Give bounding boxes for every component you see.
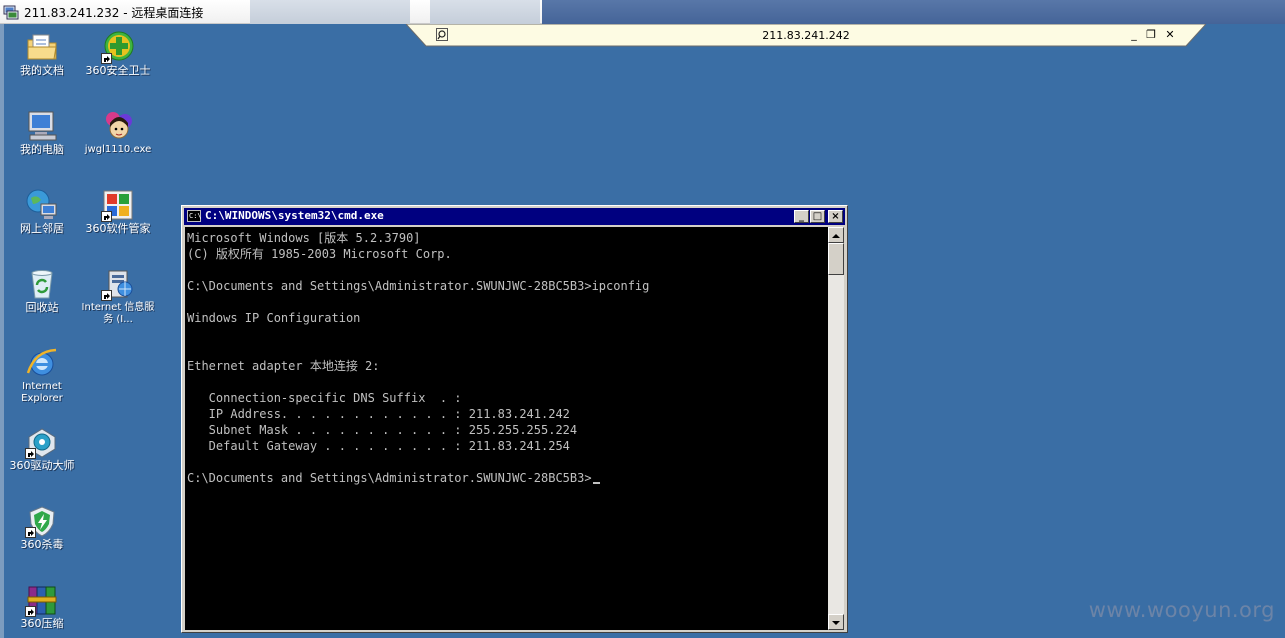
background-window-strip xyxy=(250,0,410,24)
text-cursor xyxy=(592,482,600,484)
rdp-window-title: 211.83.241.232 - 远程桌面连接 xyxy=(24,6,204,20)
desktop-icon-label: 360压缩 xyxy=(20,617,64,630)
background-window-strip xyxy=(430,0,540,24)
scroll-thumb[interactable] xyxy=(828,243,844,275)
console-prompt-line[interactable]: C:\Documents and Settings\Administrator.… xyxy=(187,470,828,486)
cmd-window-title: C:\WINDOWS\system32\cmd.exe xyxy=(205,209,384,222)
cmd-minimize-button[interactable]: _ xyxy=(794,210,809,223)
desktop-icon-label: 我的电脑 xyxy=(20,143,64,156)
console-prompt: C:\Documents and Settings\Administrator.… xyxy=(187,471,592,485)
remote-desktop-icon xyxy=(3,5,19,20)
my-documents-folder-icon xyxy=(27,34,57,60)
console-line: Windows IP Configuration xyxy=(187,311,361,325)
console-line: Default Gateway . . . . . . . . . : 211.… xyxy=(187,439,570,453)
cmd-close-button[interactable]: × xyxy=(828,210,843,223)
desktop-icon-360-antivirus[interactable]: 360杀毒 xyxy=(4,504,80,551)
desktop-icon-360-safe-guard[interactable]: 360安全卫士 xyxy=(80,30,156,77)
desktop-icon-network[interactable]: 网上邻居 xyxy=(4,188,80,235)
my-computer-icon xyxy=(28,111,57,141)
desktop-icon-360-zip[interactable]: 360压缩 xyxy=(4,583,80,630)
desktop-icon-label: 我的文档 xyxy=(20,64,64,77)
desktop-icon-360-software-manager[interactable]: 360软件管家 xyxy=(80,188,156,235)
cmd-window-icon: C:\ xyxy=(187,210,202,222)
rdp-connection-bar[interactable]: 211.83.241.242 _ ❐ ✕ xyxy=(406,24,1206,48)
console-line: Microsoft Windows [版本 5.2.3790] xyxy=(187,231,421,245)
desktop-icon-jwgl-exe[interactable]: jwgl1110.exe xyxy=(80,109,156,156)
cmd-vertical-scrollbar[interactable] xyxy=(828,227,844,630)
desktop-icon-internet-explorer[interactable]: Internet Explorer xyxy=(4,346,80,405)
desktop-icon-recycle-bin[interactable]: 回收站 xyxy=(4,267,80,314)
console-line: (C) 版权所有 1985-2003 Microsoft Corp. xyxy=(187,247,452,261)
desktop-icon-my-computer[interactable]: 我的电脑 xyxy=(4,109,80,156)
desktop-icon-label: 回收站 xyxy=(25,301,59,314)
desktop-icon-label: jwgl1110.exe xyxy=(84,144,152,155)
rdp-window-titlebar[interactable]: 211.83.241.232 - 远程桌面连接 xyxy=(0,0,1285,24)
console-line: Connection-specific DNS Suffix . : xyxy=(187,391,462,405)
shortcut-arrow-icon xyxy=(101,211,112,222)
shortcut-arrow-icon xyxy=(25,448,36,459)
desktop-icon-iis-manager[interactable]: Internet 信息服务 (I... xyxy=(80,267,156,326)
scroll-down-arrow-icon xyxy=(832,621,840,625)
console-line: IP Address. . . . . . . . . . . . : 211.… xyxy=(187,407,570,421)
rdp-minimize-button[interactable]: _ xyxy=(1126,27,1142,43)
remote-host-address: 211.83.241.242 xyxy=(762,29,850,42)
desktop-icon-label: Internet 信息服务 (I... xyxy=(81,302,155,325)
console-line: C:\Documents and Settings\Administrator.… xyxy=(187,279,650,293)
cmd-titlebar[interactable]: C:\ C:\WINDOWS\system32\cmd.exe _ □ × xyxy=(184,208,845,225)
desktop-icon-label: 网上邻居 xyxy=(20,222,64,235)
network-neighborhood-icon xyxy=(26,189,57,219)
shortcut-arrow-icon xyxy=(101,290,112,301)
background-window-strip xyxy=(542,0,1285,24)
desktop-icon-label: Internet Explorer xyxy=(21,381,63,404)
shortcut-arrow-icon xyxy=(25,606,36,617)
console-line: Subnet Mask . . . . . . . . . . . : 255.… xyxy=(187,423,578,437)
desktop-icon-label: 360软件管家 xyxy=(85,222,151,235)
watermark: www.wooyun.org xyxy=(1088,598,1275,622)
rdp-restore-button[interactable]: ❐ xyxy=(1143,27,1159,43)
internet-explorer-icon xyxy=(26,348,57,376)
desktop-icon-my-documents[interactable]: 我的文档 xyxy=(4,30,80,77)
rdp-close-button[interactable]: ✕ xyxy=(1162,27,1178,43)
scroll-up-button[interactable] xyxy=(828,227,844,243)
jwgl-exe-icon xyxy=(106,112,132,139)
desktop-icon-label: 360安全卫士 xyxy=(85,64,151,77)
desktop-icon-360-driver-master[interactable]: 360驱动大师 xyxy=(4,425,80,472)
shortcut-arrow-icon xyxy=(101,53,112,64)
cmd-maximize-button[interactable]: □ xyxy=(810,210,825,223)
recycle-bin-icon xyxy=(31,270,53,299)
desktop-icon-label: 360驱动大师 xyxy=(9,459,75,472)
console-line: Ethernet adapter 本地连接 2: xyxy=(187,359,380,373)
desktop-icon-label: 360杀毒 xyxy=(20,538,64,551)
scroll-up-arrow-icon xyxy=(832,234,840,238)
console-output[interactable]: Microsoft Windows [版本 5.2.3790] (C) 版权所有… xyxy=(185,227,828,630)
shortcut-arrow-icon xyxy=(25,527,36,538)
scroll-down-button[interactable] xyxy=(828,614,844,630)
cmd-window[interactable]: C:\ C:\WINDOWS\system32\cmd.exe _ □ × Mi… xyxy=(181,205,848,633)
